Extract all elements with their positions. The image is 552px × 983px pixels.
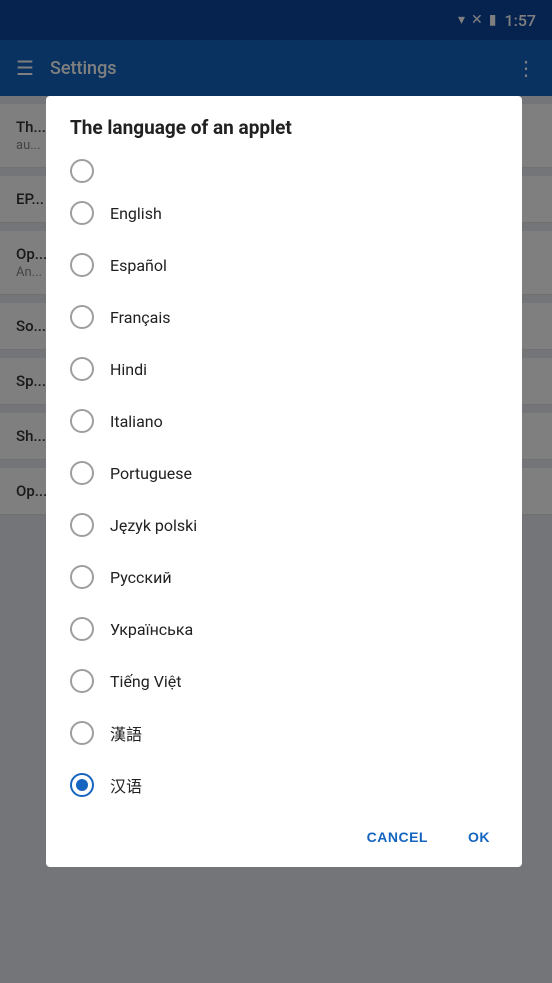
cancel-button[interactable]: CANCEL bbox=[351, 819, 444, 855]
radio-portuguese[interactable] bbox=[70, 461, 94, 485]
language-option-russian[interactable]: Русский bbox=[54, 551, 514, 603]
language-option-english[interactable]: English bbox=[54, 187, 514, 239]
language-option-portuguese[interactable]: Portuguese bbox=[54, 447, 514, 499]
language-dialog: The language of an applet English Españo… bbox=[46, 96, 522, 867]
radio-simplified-chinese[interactable] bbox=[70, 773, 94, 797]
language-label-simplified-chinese: 汉语 bbox=[110, 773, 142, 797]
language-option-ukrainian[interactable]: Українська bbox=[54, 603, 514, 655]
radio-hindi[interactable] bbox=[70, 357, 94, 381]
language-label-francais: Français bbox=[110, 308, 171, 327]
language-label-english: English bbox=[110, 204, 162, 223]
radio-polish[interactable] bbox=[70, 513, 94, 537]
language-option-vietnamese[interactable]: Tiếng Việt bbox=[54, 655, 514, 707]
dialog-title: The language of an applet bbox=[46, 96, 522, 155]
language-label-portuguese: Portuguese bbox=[110, 464, 192, 483]
radio-traditional-chinese[interactable] bbox=[70, 721, 94, 745]
radio-vietnamese[interactable] bbox=[70, 669, 94, 693]
ok-button[interactable]: OK bbox=[452, 819, 506, 855]
radio-espanol[interactable] bbox=[70, 253, 94, 277]
radio-ukrainian[interactable] bbox=[70, 617, 94, 641]
radio-francais[interactable] bbox=[70, 305, 94, 329]
language-option-francais[interactable]: Français bbox=[54, 291, 514, 343]
language-option-traditional-chinese[interactable]: 漢語 bbox=[54, 707, 514, 759]
language-option-hindi[interactable]: Hindi bbox=[54, 343, 514, 395]
language-label-russian: Русский bbox=[110, 568, 172, 587]
language-label-traditional-chinese: 漢語 bbox=[110, 721, 142, 745]
language-option-italiano[interactable]: Italiano bbox=[54, 395, 514, 447]
language-option-simplified-chinese[interactable]: 汉语 bbox=[54, 759, 514, 811]
radio-italiano[interactable] bbox=[70, 409, 94, 433]
language-label-italiano: Italiano bbox=[110, 412, 163, 431]
language-label-polish: Język polski bbox=[110, 516, 197, 535]
dialog-actions: CANCEL OK bbox=[46, 811, 522, 867]
language-label-vietnamese: Tiếng Việt bbox=[110, 672, 182, 691]
dialog-language-list[interactable]: English Español Français Hindi Italiano … bbox=[46, 155, 522, 811]
language-option-espanol[interactable]: Español bbox=[54, 239, 514, 291]
language-label-ukrainian: Українська bbox=[110, 620, 193, 639]
language-option-polish[interactable]: Język polski bbox=[54, 499, 514, 551]
language-label-espanol: Español bbox=[110, 256, 167, 275]
language-label-hindi: Hindi bbox=[110, 360, 147, 379]
radio-english[interactable] bbox=[70, 201, 94, 225]
radio-russian[interactable] bbox=[70, 565, 94, 589]
